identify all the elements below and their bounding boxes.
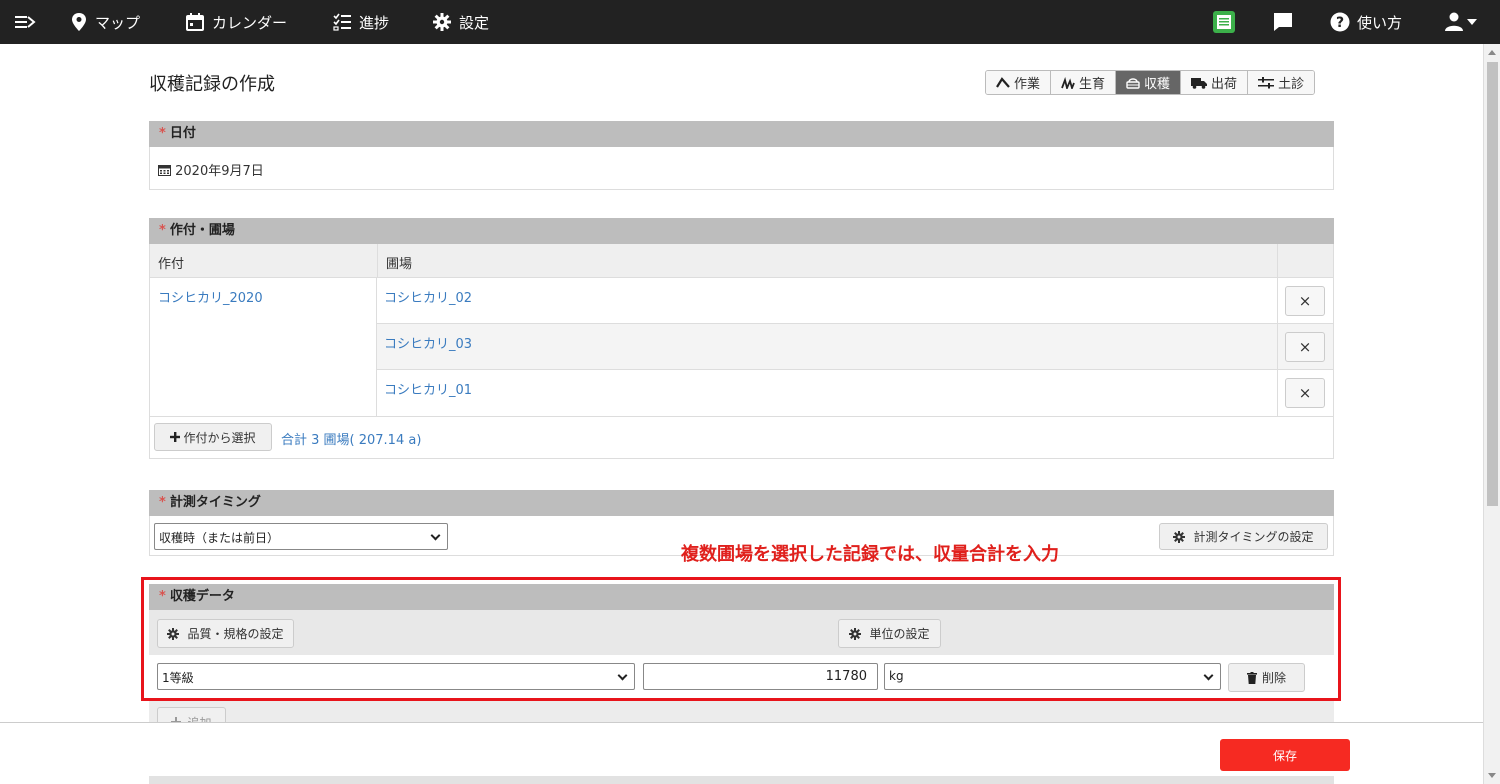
map-pin-icon [72, 13, 86, 31]
field-total-link[interactable]: 合計 3 圃場( 207.14 a) [281, 429, 421, 448]
tab-harvest-label: 収穫 [1144, 77, 1171, 92]
timing-settings-button[interactable]: 計測タイミングの設定 [1159, 523, 1328, 550]
chat-icon [1274, 13, 1292, 31]
annotation-text: 複数圃場を選択した記録では、収量合計を入力 [681, 544, 1059, 565]
sliders-icon [1258, 76, 1275, 88]
timing-select-value: 収穫時（または前日） [159, 531, 280, 545]
field-name-link[interactable]: コシヒカリ_01 [384, 379, 472, 398]
tab-work-label: 作業 [1014, 77, 1041, 92]
divider [1277, 278, 1278, 324]
table-row: コシヒカリ_02 × [377, 278, 1333, 324]
help-icon: ? [1330, 12, 1350, 32]
basket-icon [1126, 77, 1140, 89]
nav-map[interactable]: マップ [71, 0, 140, 44]
tab-shipping[interactable]: 出荷 [1181, 71, 1249, 94]
select-from-crop-label: 作付から選択 [183, 430, 256, 445]
field-name-link[interactable]: コシヒカリ_03 [384, 333, 472, 352]
svg-text:?: ? [1336, 15, 1344, 31]
crop-table-body: コシヒカリ_2020 コシヒカリ_02 × コシヒカリ_03 × コシヒカリ_0… [150, 278, 1333, 416]
crop-section-header: * 作付・圃場 [149, 218, 1334, 244]
date-section-title: 日付 [169, 126, 196, 141]
sprout-icon [1061, 76, 1075, 89]
nav-help[interactable]: ? 使い方 [1330, 0, 1402, 44]
user-icon [1445, 12, 1463, 31]
divider [1277, 324, 1278, 370]
timing-section-title: 計測タイミング [169, 495, 261, 510]
date-value: 2020年9月7日 [175, 164, 264, 179]
chat-button[interactable] [1273, 0, 1293, 44]
checklist-icon [333, 13, 351, 31]
tab-harvest[interactable]: 収穫 [1116, 71, 1182, 94]
calendar-icon [186, 13, 204, 31]
field-name-link[interactable]: コシヒカリ_02 [384, 287, 472, 306]
remove-field-button[interactable]: × [1285, 332, 1325, 362]
caret-down-icon [1467, 19, 1477, 25]
plus-icon [170, 432, 181, 442]
page-title: 収穫記録の作成 [149, 74, 275, 95]
top-navbar: マップ カレンダー 進捗 設定 ? 使い方 [0, 0, 1500, 44]
chevron-down-icon [430, 530, 441, 541]
scroll-thumb[interactable] [1487, 62, 1498, 506]
page-scrollbar[interactable] [1483, 44, 1500, 784]
required-mark: * [159, 223, 166, 238]
timing-section-header: * 計測タイミング [149, 490, 1334, 516]
crop-field-table: 作付 圃場 コシヒカリ_2020 コシヒカリ_02 × コシヒカリ_03 × コ… [149, 244, 1334, 459]
crop-section-title: 作付・圃場 [169, 223, 235, 238]
table-row: コシヒカリ_01 × [377, 370, 1333, 416]
calendar-small-icon [158, 165, 171, 176]
select-from-crop-button[interactable]: 作付から選択 [154, 423, 272, 451]
tab-work[interactable]: 作業 [986, 71, 1052, 94]
col-field-header: 圃場 [377, 244, 1277, 277]
nav-progress[interactable]: 進捗 [333, 0, 389, 44]
crop-name-link[interactable]: コシヒカリ_2020 [150, 278, 377, 416]
required-mark: * [159, 495, 166, 510]
nav-progress-label: 進捗 [359, 13, 390, 32]
col-action-header [1277, 244, 1333, 277]
tab-growth[interactable]: 生育 [1051, 71, 1117, 94]
nav-help-label: 使い方 [1357, 13, 1403, 32]
timing-settings-label: 計測タイミングの設定 [1193, 530, 1314, 544]
gear-icon [433, 13, 451, 31]
crop-table-footer: 作付から選択 合計 3 圃場( 207.14 a) [150, 416, 1333, 458]
nav-map-label: マップ [95, 13, 141, 32]
col-crop-header: 作付 [158, 257, 185, 272]
crop-table-header: 作付 圃場 [150, 244, 1333, 278]
tab-shipping-label: 出荷 [1211, 77, 1238, 92]
app-badge-icon [1213, 11, 1235, 33]
hoe-icon [996, 76, 1010, 88]
required-mark: * [159, 126, 166, 141]
remove-field-button[interactable]: × [1285, 378, 1325, 408]
scroll-down-icon[interactable] [1488, 773, 1496, 778]
scroll-up-icon[interactable] [1488, 50, 1496, 55]
user-menu[interactable] [1445, 0, 1477, 44]
tab-growth-label: 生育 [1079, 77, 1106, 92]
footer-action-bar: 保存 [0, 722, 1483, 784]
tab-soil[interactable]: 土診 [1248, 71, 1315, 94]
nav-settings[interactable]: 設定 [433, 0, 489, 44]
record-type-tabs: 作業 生育 収穫 出荷 土診 [985, 70, 1316, 95]
save-button[interactable]: 保存 [1220, 739, 1350, 771]
date-field[interactable]: 2020年9月7日 [149, 147, 1334, 190]
timing-select[interactable]: 収穫時（または前日） [154, 523, 448, 550]
nav-calendar[interactable]: カレンダー [186, 0, 287, 44]
nav-calendar-label: カレンダー [212, 13, 288, 32]
nav-settings-label: 設定 [459, 13, 490, 32]
tab-soil-label: 土診 [1278, 77, 1305, 92]
menu-toggle-icon[interactable] [14, 11, 36, 33]
truck-icon [1191, 77, 1208, 89]
annotation-highlight-box [141, 577, 1341, 701]
app-badge[interactable] [1212, 0, 1236, 44]
remove-field-button[interactable]: × [1285, 286, 1325, 316]
next-section-strip [149, 776, 1334, 784]
divider [1277, 370, 1278, 416]
date-section-header: * 日付 [149, 121, 1334, 147]
table-row: コシヒカリ_03 × [377, 324, 1333, 370]
gear-icon [1173, 530, 1186, 543]
